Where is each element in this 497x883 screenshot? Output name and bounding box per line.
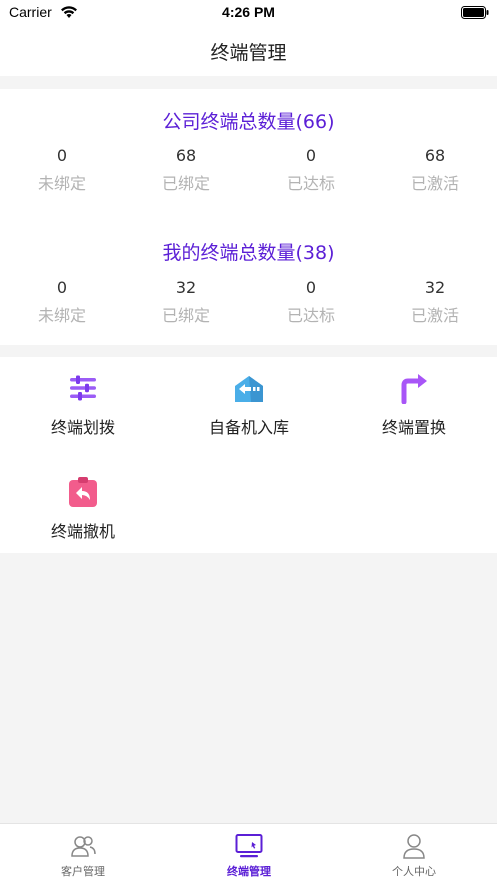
stat-label: 已绑定 (161, 306, 210, 325)
terminal-icon (235, 834, 263, 858)
tab-terminal-management[interactable]: 终端管理 (166, 824, 332, 883)
battery-icon (461, 6, 489, 19)
stat-label: 已达标 (286, 306, 335, 325)
company-terminal-total-title: 公司终端总数量(66) (162, 111, 335, 133)
company-stat-activated[interactable]: 68 已激活 (373, 145, 497, 196)
status-time: 4:26 PM (222, 4, 275, 20)
tab-bar: 客户管理 终端管理 个人中心 (0, 823, 497, 883)
terminal-actions-card: 终端划拨 自备机入库 终端置换 终端撤机 (0, 357, 497, 553)
action-label: 终端划拨 (50, 418, 115, 437)
customers-icon (71, 836, 96, 857)
my-stat-bound[interactable]: 32 已绑定 (124, 277, 248, 328)
tab-personal-center[interactable]: 个人中心 (331, 824, 497, 883)
my-stat-activated[interactable]: 32 已激活 (373, 277, 497, 328)
status-bar: Carrier 4:26 PM (0, 0, 497, 26)
tab-label: 客户管理 (61, 865, 105, 878)
company-stat-bound[interactable]: 68 已绑定 (124, 145, 248, 196)
stat-value: 0 (56, 278, 68, 297)
self-device-stock-in-button[interactable]: 自备机入库 (166, 372, 332, 438)
my-stat-unbound[interactable]: 0 未绑定 (0, 277, 124, 328)
stat-label: 已激活 (410, 174, 459, 193)
my-stat-qualified[interactable]: 0 已达标 (249, 277, 373, 328)
tab-label: 终端管理 (227, 865, 271, 878)
clipboard-return-icon (69, 477, 97, 507)
company-stat-unbound[interactable]: 0 未绑定 (0, 145, 124, 196)
user-icon (403, 834, 425, 859)
nav-bar: 终端管理 (0, 26, 497, 76)
tab-customer-management[interactable]: 客户管理 (0, 824, 166, 883)
sliders-icon (70, 375, 96, 401)
stat-value: 0 (305, 146, 317, 165)
action-label: 终端撤机 (50, 522, 115, 541)
stat-label: 已绑定 (161, 174, 210, 193)
terminal-swap-button[interactable]: 终端置换 (331, 372, 497, 438)
terminal-transfer-button[interactable]: 终端划拨 (0, 372, 166, 438)
stat-value: 32 (424, 278, 446, 297)
terminal-withdraw-button[interactable]: 终端撤机 (0, 476, 166, 542)
stat-label: 未绑定 (37, 306, 86, 325)
company-stat-qualified[interactable]: 0 已达标 (249, 145, 373, 196)
stat-label: 已激活 (410, 306, 459, 325)
stat-value: 0 (305, 278, 317, 297)
stat-label: 未绑定 (37, 174, 86, 193)
warehouse-in-icon (235, 376, 263, 402)
stat-value: 68 (175, 146, 197, 165)
stat-label: 已达标 (286, 174, 335, 193)
stat-value: 32 (175, 278, 197, 297)
stat-value: 68 (424, 146, 446, 165)
action-label: 自备机入库 (208, 418, 289, 437)
tab-label: 个人中心 (392, 865, 436, 878)
terminal-stats-card: 公司终端总数量(66) 0 未绑定 68 已绑定 0 已达标 68 已激活 我的… (0, 89, 497, 345)
page-title: 终端管理 (210, 42, 287, 64)
swap-arrow-icon (401, 374, 427, 404)
action-label: 终端置换 (381, 418, 446, 437)
stat-value: 0 (56, 146, 68, 165)
my-terminal-total-title: 我的终端总数量(38) (162, 242, 335, 264)
